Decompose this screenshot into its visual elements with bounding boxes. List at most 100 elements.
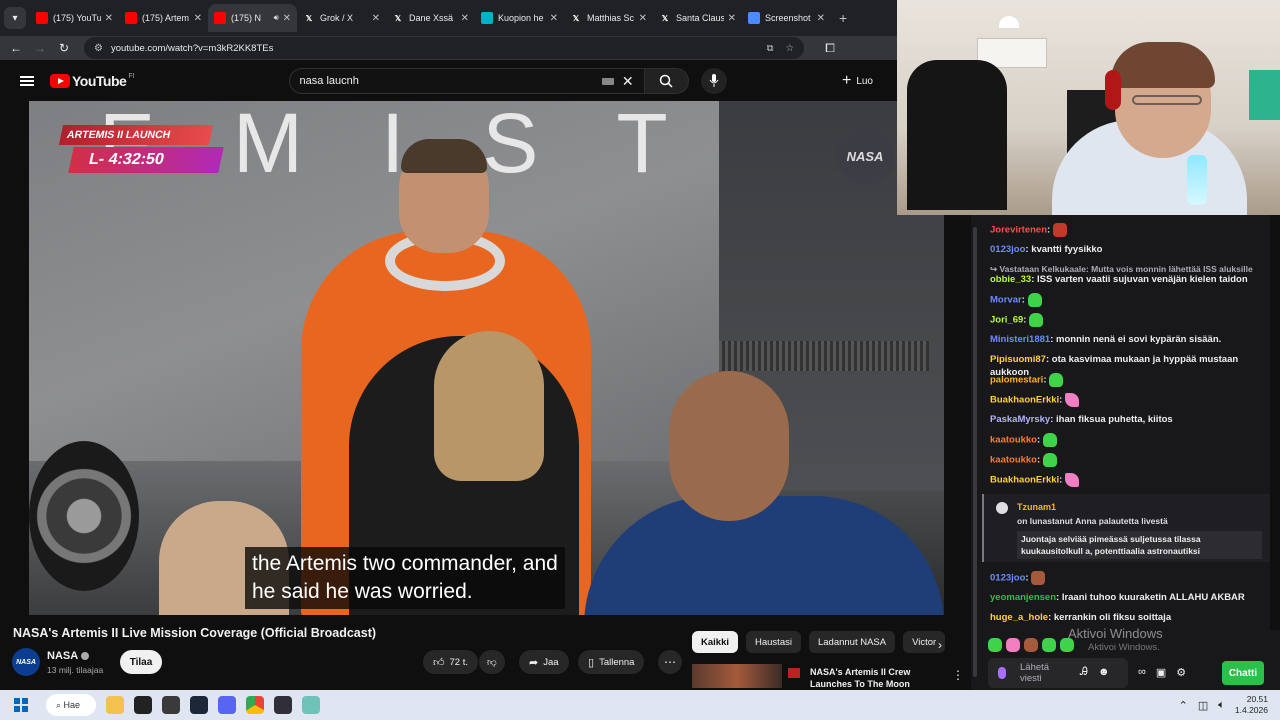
chrome-icon[interactable] [246,696,264,714]
volume-icon[interactable]: 🔈︎ [1218,699,1225,712]
close-tab-icon[interactable]: ✕ [372,13,380,24]
app-green-icon[interactable] [302,696,320,714]
clear-search-icon[interactable]: ✕ [622,73,634,90]
emote-icon[interactable] [1006,638,1020,652]
app-x-icon[interactable] [134,696,152,714]
chat-username[interactable]: BuakhaonErkki [990,395,1059,406]
tab-search-dropdown-icon[interactable]: ▾ [4,7,26,29]
more-actions-icon[interactable]: ⋯ [658,650,682,674]
channel-name-wrap[interactable]: NASA [47,650,90,662]
dislike-button[interactable]: 👎︎ [479,650,505,674]
extensions-icon[interactable]: ⧠ [818,41,842,56]
new-tab-icon[interactable]: + [839,10,847,26]
chat-username[interactable]: 0123joo [990,573,1025,584]
steam-icon[interactable] [190,696,208,714]
browser-tab[interactable]: 𝕏 Matthias Sc ✕ [564,4,653,32]
close-tab-icon[interactable]: ✕ [461,13,469,24]
redeem-user[interactable]: Tzunam1 [1017,501,1056,514]
share-button[interactable]: ➦ Jaa [519,650,569,674]
chat-username[interactable]: palomestari [990,375,1043,386]
voice-icon[interactable] [998,667,1006,679]
connections-icon[interactable]: ∞ [1138,666,1146,679]
store-icon[interactable]: ▣ [1156,666,1166,679]
browser-tab[interactable]: (175) YouTu ✕ [30,4,119,32]
save-button[interactable]: ▯ Tallenna [578,650,645,674]
create-button[interactable]: + Luo [842,72,873,90]
filter-chip[interactable]: Kaikki [692,631,738,653]
discord-icon[interactable] [218,696,236,714]
chat-username[interactable]: yeomanjensen [990,592,1056,603]
chat-username[interactable]: Pipisuomi87 [990,354,1046,365]
streamer-hair [1111,42,1215,88]
close-tab-icon[interactable]: ✕ [817,13,825,24]
tab-list: (175) YouTu ✕ (175) Artem ✕ (175) N 🔊︎ ✕ 𝕏 Grok … [30,4,831,32]
emote-icon[interactable] [988,638,1002,652]
taskbar-search[interactable]: ⌕ Hae [46,694,96,716]
chat-username[interactable]: kaatoukko [990,435,1037,446]
speaker-icon[interactable]: 🔊︎ [274,13,279,23]
file-explorer-icon[interactable] [106,696,124,714]
filter-chip[interactable]: Haustasi [746,631,801,653]
chat-username[interactable]: Morvar [990,295,1022,306]
search-icon [659,74,673,88]
chat-scrollbar[interactable] [971,215,980,690]
url-field[interactable]: ⚙ youtube.com/watch?v=m3kR2KK8TEs ⧉ ☆ [84,37,804,59]
browser-tab[interactable]: 𝕏 Grok / X ✕ [297,4,386,32]
chat-username[interactable]: Jori_69 [990,315,1023,326]
back-icon[interactable]: ← [4,41,28,55]
browser-tab[interactable]: (175) Artem ✕ [119,4,208,32]
close-tab-icon[interactable]: ✕ [283,13,291,24]
clock[interactable]: 20.51 1.4.2026 [1235,694,1268,716]
emote-icon[interactable] [1042,638,1056,652]
search-button[interactable] [644,68,689,94]
chat-emote-icon [1049,373,1064,387]
browser-tab[interactable]: 𝕏 Santa Claus ✕ [653,4,742,32]
chat-username[interactable]: BuakhaonErkki [990,475,1059,486]
network-icon[interactable]: ◫ [1198,699,1208,712]
settings-gear-icon[interactable]: ⚙ [1176,666,1186,679]
search-input[interactable]: nasa laucnh ✕ [288,68,645,94]
windows-start-icon[interactable] [14,698,28,712]
close-tab-icon[interactable]: ✕ [105,13,113,24]
tray-chevron-icon[interactable]: ⌃ [1179,699,1188,712]
translate-icon[interactable]: Ꭿ [1080,666,1088,679]
close-tab-icon[interactable]: ✕ [728,13,736,24]
forward-icon[interactable]: → [28,41,52,55]
close-tab-icon[interactable]: ✕ [639,13,647,24]
recommended-video[interactable]: NASA's Artemis II Crew Launches To The M… [692,664,964,701]
reload-icon[interactable]: ↻ [52,41,76,55]
app-dark-icon[interactable] [162,696,180,714]
chat-username[interactable]: Jorevirtenen [990,225,1047,236]
like-button[interactable]: 👍︎ 72 t. [423,650,478,674]
menu-hamburger-icon[interactable] [20,76,34,86]
channel-avatar[interactable]: NASA [12,648,40,676]
obs-icon[interactable] [274,696,292,714]
site-info-icon[interactable]: ⚙ [94,43,103,54]
keyboard-icon[interactable] [601,77,614,85]
filter-chip[interactable]: Ladannut NASA [808,631,896,653]
browser-tab[interactable]: Kuopion he ✕ [475,4,564,32]
chat-username[interactable]: kaatoukko [990,455,1037,466]
recommended-more-icon[interactable]: ⋮ [952,668,964,682]
bookmark-star-icon[interactable]: ☆ [785,43,794,54]
close-tab-icon[interactable]: ✕ [194,13,202,24]
chat-send-button[interactable]: Chatti [1222,661,1264,685]
emote-icon[interactable] [1024,638,1038,652]
emoji-icon[interactable]: ☻ [1098,666,1110,679]
subscribe-button[interactable]: Tilaa [120,650,162,674]
recommended-thumbnail[interactable] [692,664,782,688]
browser-tab[interactable]: (175) N 🔊︎ ✕ [208,4,297,32]
chat-emote-icon [1029,313,1044,327]
video-player[interactable]: EMISTI ARTEMIS II LAUNCH L- 4:32:50 NASA… [29,101,944,615]
chips-next-icon[interactable]: › [938,638,942,652]
voice-search-button[interactable] [700,68,727,94]
chat-username[interactable]: 0123joo [990,244,1025,255]
close-tab-icon[interactable]: ✕ [550,13,558,24]
browser-tab[interactable]: 𝕏 Dane Xssä ✕ [386,4,475,32]
install-app-icon[interactable]: ⧉ [767,43,774,54]
chat-username[interactable]: huge_a_hole [990,612,1048,623]
chat-username[interactable]: PaskaMyrsky [990,414,1050,425]
browser-tab[interactable]: Screenshot ✕ [742,4,831,32]
youtube-logo[interactable]: YouTube FI [50,73,135,89]
chat-username[interactable]: Ministeri1881 [990,334,1050,345]
